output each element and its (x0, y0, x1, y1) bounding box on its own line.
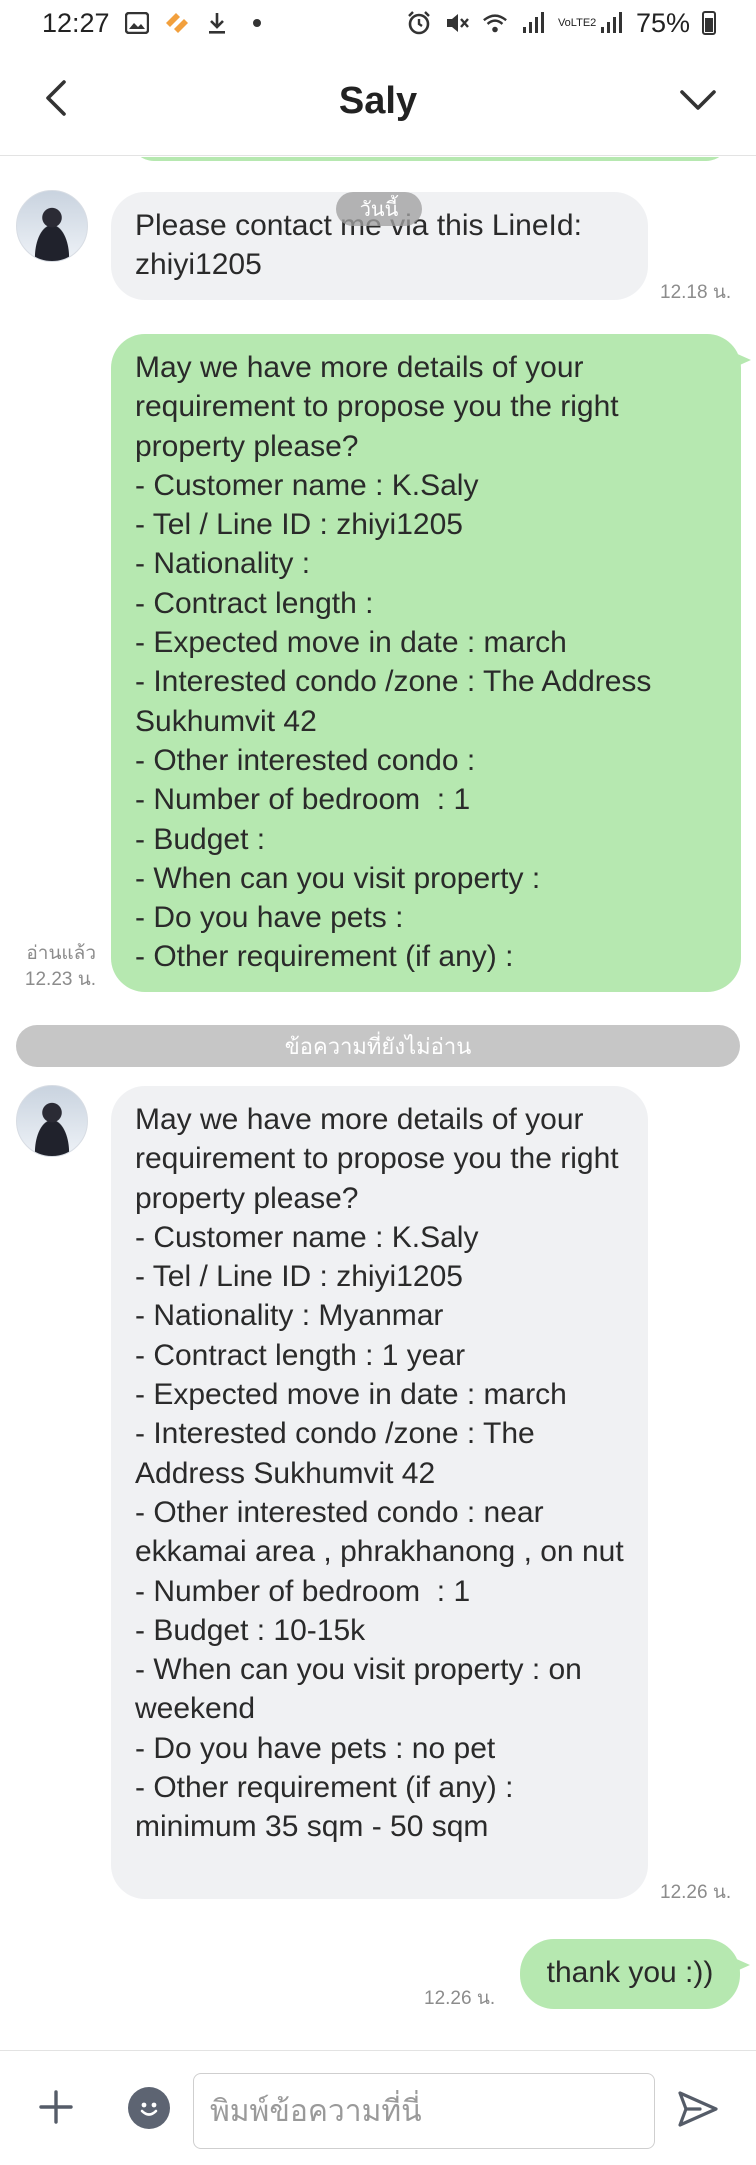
avatar[interactable] (16, 190, 88, 262)
battery-icon (702, 11, 716, 35)
chat-title[interactable]: Saly (339, 80, 417, 123)
gallery-icon (124, 10, 150, 36)
message-time: 12.26 น. (424, 1988, 496, 2009)
send-icon (678, 2091, 718, 2127)
add-attachment-button[interactable] (36, 2087, 76, 2127)
message-time: 12.18 น. (660, 282, 732, 303)
date-label: วันนี้ (336, 192, 422, 226)
smiley-icon (140, 2102, 158, 2116)
avatar[interactable] (16, 1085, 88, 1157)
previous-message-edge (130, 157, 730, 161)
unread-divider: ข้อความที่ยังไม่อ่าน (16, 1025, 740, 1067)
chat-area[interactable]: Please contact me via this LineId: zhiyi… (0, 157, 756, 2050)
download-icon (204, 10, 230, 36)
message-input[interactable]: พิมพ์ข้อความที่นี่ (193, 2073, 655, 2149)
alarm-icon (406, 10, 432, 36)
mute-icon (444, 10, 470, 36)
plus-icon (39, 2090, 73, 2124)
menu-toggle-button[interactable] (676, 80, 720, 120)
message-time: 12.23 น. (24, 969, 96, 990)
network-label: VoLTE2 (557, 16, 597, 29)
signal-icon-2 (598, 10, 624, 36)
chevron-down-icon (680, 90, 716, 110)
wifi-icon (482, 10, 508, 36)
message-bubble-incoming[interactable]: May we have more details of your require… (111, 1086, 648, 1899)
chevron-left-icon (46, 80, 66, 116)
read-label: อ่านแล้ว (26, 943, 96, 964)
message-bubble-outgoing[interactable]: thank you :)) (520, 1939, 750, 2009)
read-receipt: อ่านแล้ว 12.23 น. (4, 941, 96, 993)
back-button[interactable] (36, 78, 76, 118)
emoji-button[interactable] (128, 2087, 170, 2129)
more-notifications-dot-icon (244, 10, 270, 36)
signal-icon (520, 10, 546, 36)
battery-percent: 75% (635, 7, 690, 38)
status-time: 12:27 (42, 7, 110, 38)
app-notification-icon (164, 10, 190, 36)
status-bar: 12:27 VoLTE2 75% (0, 0, 756, 46)
send-button[interactable] (676, 2087, 720, 2131)
message-time: 12.26 น. (660, 1882, 732, 1903)
chat-header: Saly (0, 48, 756, 156)
message-input-bar: พิมพ์ข้อความที่นี่ (0, 2050, 756, 2165)
message-bubble-outgoing[interactable]: May we have more details of your require… (111, 334, 751, 992)
